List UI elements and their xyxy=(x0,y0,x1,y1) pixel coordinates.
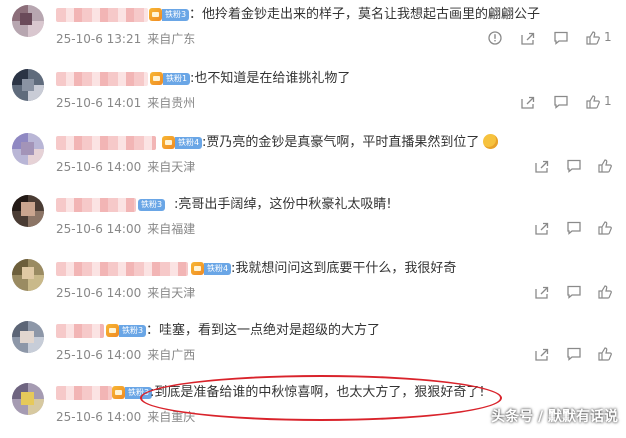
comment-date: 25-10-6 14:01 xyxy=(56,96,142,110)
avatar[interactable] xyxy=(12,5,44,37)
like-icon[interactable] xyxy=(598,159,612,173)
comment-date: 25-10-6 14:00 xyxy=(56,160,142,174)
username-blurred[interactable] xyxy=(56,262,188,276)
username-blurred[interactable] xyxy=(56,8,148,22)
like-icon[interactable] xyxy=(586,31,600,45)
comment-item: 铁粉4 :贾乃亮的金钞是真豪气啊，平时直播果然到位了 25-10-6 14:00… xyxy=(0,130,626,188)
comment-location: 来自天津 xyxy=(147,286,196,300)
username-blurred[interactable] xyxy=(56,72,148,86)
comment-meta: 25-10-6 13:21 来自广东 xyxy=(56,30,201,47)
comment-meta: 25-10-6 14:00 来自福建 xyxy=(56,220,201,237)
avatar[interactable] xyxy=(12,133,44,165)
comment-meta: 25-10-6 14:00 来自天津 xyxy=(56,158,201,175)
comment-text: ：哇塞，看到这一点绝对是超级的大方了 xyxy=(146,323,381,338)
avatar[interactable] xyxy=(12,69,44,101)
share-icon[interactable] xyxy=(535,159,549,173)
comment-meta: 25-10-6 14:00 来自广西 xyxy=(56,346,201,363)
username-blurred[interactable] xyxy=(56,136,156,150)
comment-location: 来自广西 xyxy=(147,348,196,362)
highlight-circle xyxy=(140,375,502,421)
like-icon[interactable] xyxy=(598,347,612,361)
like-icon[interactable] xyxy=(598,285,612,299)
comment-item: 铁粉3 ：他拎着金钞走出来的样子，莫名让我想起古画里的翩翩公子 25-10-6 … xyxy=(0,2,626,60)
username-blurred[interactable] xyxy=(56,386,112,400)
comment-item: 铁粉4 :我就想问问这到底要干什么，我很好奇 25-10-6 14:00 来自天津 xyxy=(0,256,626,314)
share-icon[interactable] xyxy=(535,347,549,361)
crown-icon xyxy=(150,72,163,85)
comment-date: 25-10-6 14:00 xyxy=(56,222,142,236)
avatar[interactable] xyxy=(12,383,44,415)
crown-icon xyxy=(162,136,175,149)
avatar[interactable] xyxy=(12,321,44,353)
comment-item: 铁粉3 :亮哥出手阔绰，这份中秋豪礼太吸睛! 25-10-6 14:00 来自福建 xyxy=(0,192,626,250)
comment-text: :我就想问问这到底要干什么，我很好奇 xyxy=(231,261,457,276)
crown-icon xyxy=(191,262,204,275)
crown-icon xyxy=(149,8,162,21)
share-icon[interactable] xyxy=(535,285,549,299)
like-icon[interactable] xyxy=(598,221,612,235)
comment-date: 25-10-6 13:21 xyxy=(56,32,142,46)
comment-date: 25-10-6 14:00 xyxy=(56,348,142,362)
share-icon[interactable] xyxy=(535,221,549,235)
emoji-icon xyxy=(483,134,498,149)
comment-date: 25-10-6 14:00 xyxy=(56,286,142,300)
comment-meta: 25-10-6 14:01 来自贵州 xyxy=(56,94,201,111)
comment-location: 来自广东 xyxy=(147,32,196,46)
comment-location: 来自福建 xyxy=(147,222,196,236)
avatar[interactable] xyxy=(12,259,44,291)
comment-item: 铁粉3 ：哇塞，看到这一点绝对是超级的大方了 25-10-6 14:00 来自广西 xyxy=(0,318,626,376)
comment-text: ：他拎着金钞走出来的样子，莫名让我想起古画里的翩翩公子 xyxy=(189,7,541,22)
like-icon[interactable] xyxy=(586,95,600,109)
comment-text: :贾乃亮的金钞是真豪气啊，平时直播果然到位了 xyxy=(202,135,480,150)
comment-location: 来自天津 xyxy=(147,160,196,174)
crown-icon xyxy=(112,386,125,399)
comment-icon[interactable] xyxy=(554,95,568,109)
share-icon[interactable] xyxy=(521,31,535,45)
comment-text: :也不知道是在给谁挑礼物了 xyxy=(190,71,351,86)
comment-icon[interactable] xyxy=(567,285,581,299)
report-icon[interactable] xyxy=(488,31,502,45)
crown-icon xyxy=(106,324,119,337)
comment-icon[interactable] xyxy=(567,221,581,235)
like-count: 1 xyxy=(604,30,612,44)
comment-meta: 25-10-6 14:00 来自天津 xyxy=(56,284,201,301)
username-blurred[interactable] xyxy=(56,198,136,212)
comment-location: 来自贵州 xyxy=(147,96,196,110)
username-blurred[interactable] xyxy=(56,324,104,338)
comment-icon[interactable] xyxy=(567,347,581,361)
comment-item: 铁粉1 :也不知道是在给谁挑礼物了 25-10-6 14:01 来自贵州 1 xyxy=(0,66,626,124)
avatar[interactable] xyxy=(12,195,44,227)
like-count: 1 xyxy=(604,94,612,108)
comment-icon[interactable] xyxy=(567,159,581,173)
watermark: 头条号 / 默默有话说 xyxy=(491,409,618,425)
comment-text: :亮哥出手阔绰，这份中秋豪礼太吸睛! xyxy=(174,197,392,212)
comment-date: 25-10-6 14:00 xyxy=(56,410,142,424)
share-icon[interactable] xyxy=(521,95,535,109)
comment-icon[interactable] xyxy=(554,31,568,45)
